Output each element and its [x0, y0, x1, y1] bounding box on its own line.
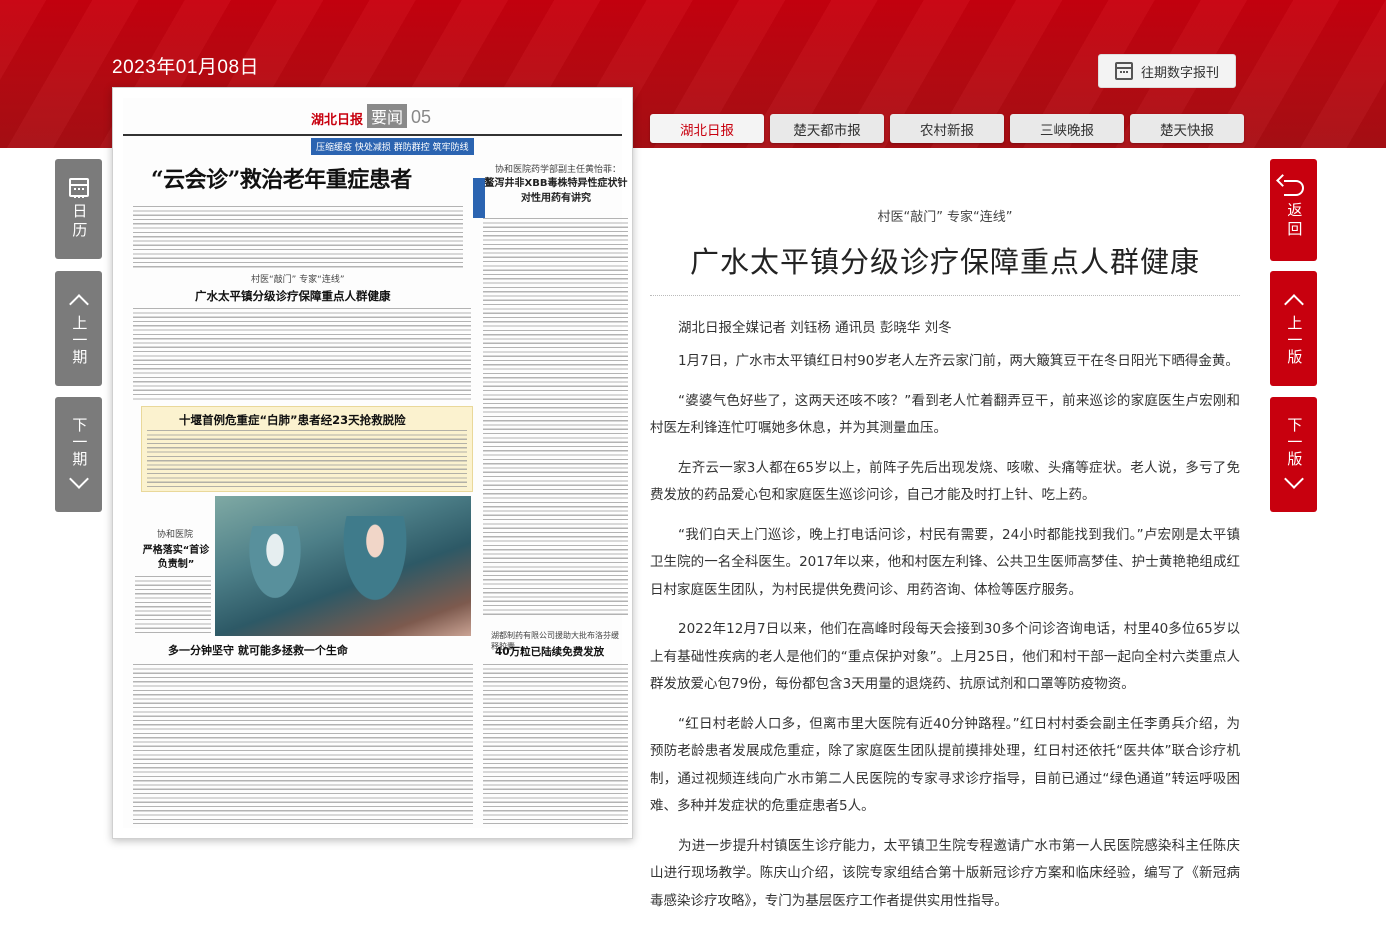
article-paragraph: 左齐云一家3人都在65岁以上，前阵子先后出现发烧、咳嗽、头痛等症状。老人说，多亏…	[650, 459, 1240, 504]
chevron-down-icon	[1283, 469, 1304, 489]
article-paragraph: 2022年12月7日以来，他们在高峰时段每天会接到30多个问诊咨询电话，村里40…	[650, 621, 1240, 692]
masthead-rule	[123, 134, 622, 136]
tab-hubei-daily[interactable]: 湖北日报	[650, 114, 764, 143]
chevron-up-icon	[1283, 294, 1304, 314]
paper-text-block	[483, 664, 628, 824]
article-paragraph: “我们白天上门巡诊，晚上打电话问诊，村民有需要，24小时都能找到我们。”卢宏刚是…	[650, 526, 1240, 598]
prev-page-label: 上一版	[1285, 315, 1304, 366]
paper-right-kicker: 协和医院药学部副主任黄怡菲：	[495, 165, 622, 175]
paper-text-block	[135, 576, 211, 636]
paper-sub-headline[interactable]: 广水太平镇分级诊疗保障重点人群健康	[195, 288, 391, 304]
article-title: 广水太平镇分级诊疗保障重点人群健康	[689, 245, 1200, 279]
paper-left-kicker: 协和医院	[156, 530, 193, 540]
news-photo[interactable]	[215, 496, 471, 636]
article-byline: 湖北日报全媒记者 刘钰杨 通讯员 彭晓华 刘冬	[678, 320, 952, 336]
paper-text-block	[147, 430, 467, 488]
next-issue-button[interactable]: 下一期	[55, 397, 102, 512]
calendar-icon	[68, 177, 89, 198]
paper-text-block	[133, 664, 473, 824]
page-number: 05	[411, 107, 432, 127]
calendar-icon	[1114, 62, 1133, 80]
paper-bottom-headline[interactable]: 多一分钟坚守 就可能多拯救一个生命	[168, 642, 348, 658]
tab-chutian-metro[interactable]: 楚天都市报	[770, 114, 884, 143]
newspaper-tabs: 湖北日报 楚天都市报 农村新报 三峡晚报 楚天快报	[650, 114, 1244, 143]
article-kicker: 村医“敲门” 专家“连线”	[877, 210, 1013, 225]
paper-text-block	[133, 308, 471, 400]
article: 村医“敲门” 专家“连线” 广水太平镇分级诊疗保障重点人群健康 湖北日报全媒记者…	[650, 148, 1240, 915]
article-paragraph: 为进一步提升村镇医生诊疗能力，太平镇卫生院专程邀请广水市第一人民医院感染科主任陈…	[650, 837, 1240, 909]
tab-three-gorges[interactable]: 三峡晚报	[1010, 114, 1124, 143]
title-divider	[650, 295, 1240, 296]
article-body: 1月7日，广水市太平镇红日村90岁老人左齐云家门前，两大簸箕豆干在冬日阳光下晒得…	[650, 348, 1240, 915]
tab-chutian-express[interactable]: 楚天快报	[1130, 114, 1244, 143]
paper-right-headline[interactable]: 鳌泻井非XBB毒株特异性症状针对性用药有讲究	[481, 176, 631, 206]
prev-issue-label: 上一期	[70, 315, 89, 366]
prev-page-button[interactable]: 上一版	[1270, 271, 1317, 386]
chevron-up-icon	[68, 294, 89, 314]
masthead: 湖北日报 要闻 05	[311, 104, 431, 128]
article-paragraph: “红日村老龄人口多，但离市里大医院有近40分钟路程。”红日村村委会副主任李勇兵介…	[650, 715, 1240, 815]
archive-button-label: 往期数字报刊	[1140, 65, 1219, 81]
back-label: 返回	[1285, 202, 1304, 240]
page-banner: 压缩缓疫 快处减损 群防群控 筑牢防线	[311, 138, 474, 155]
paper-main-headline[interactable]: “云会诊”救治老年重症患者	[151, 162, 412, 194]
calendar-button[interactable]: 日历	[55, 159, 102, 259]
paper-text-block	[133, 206, 463, 268]
paper-yellow-headline[interactable]: 十堰首例危重症“白肺”患者经23天抢救脱险	[179, 412, 406, 428]
paper-text-block	[483, 218, 628, 618]
article-paragraph: 1月7日，广水市太平镇红日村90岁老人左齐云家门前，两大簸箕豆干在冬日阳光下晒得…	[678, 353, 1239, 369]
next-page-label: 下一版	[1285, 417, 1304, 468]
archive-button[interactable]: 往期数字报刊	[1098, 54, 1236, 88]
calendar-label: 日历	[70, 202, 89, 241]
paper-logo: 湖北日报	[311, 113, 364, 128]
article-paragraph: “婆婆气色好些了，这两天还咳不咳？”看到老人忙着翻弄豆干，前来巡诊的家庭医生卢宏…	[650, 392, 1240, 437]
back-button[interactable]: 返回	[1270, 159, 1317, 261]
back-arrow-icon	[1283, 180, 1304, 196]
section-label: 要闻	[367, 104, 408, 128]
newspaper-page-thumbnail[interactable]: 湖北日报 要闻 05 压缩缓疫 快处减损 群防群控 筑牢防线 “云会诊”救治老年…	[112, 87, 633, 839]
next-issue-label: 下一期	[70, 417, 89, 468]
paper-left-headline[interactable]: 严格落实“首诊负责制”	[141, 544, 211, 572]
prev-issue-button[interactable]: 上一期	[55, 271, 102, 386]
tab-rural-news[interactable]: 农村新报	[890, 114, 1004, 143]
issue-date: 2023年01月08日	[112, 57, 260, 78]
paper-bottom-right-headline[interactable]: 40万粒已陆续免费发放	[495, 644, 604, 659]
next-page-button[interactable]: 下一版	[1270, 397, 1317, 512]
chevron-down-icon	[68, 469, 89, 489]
paper-sub-kicker: 村医“敲门” 专家“连线”	[251, 275, 345, 285]
